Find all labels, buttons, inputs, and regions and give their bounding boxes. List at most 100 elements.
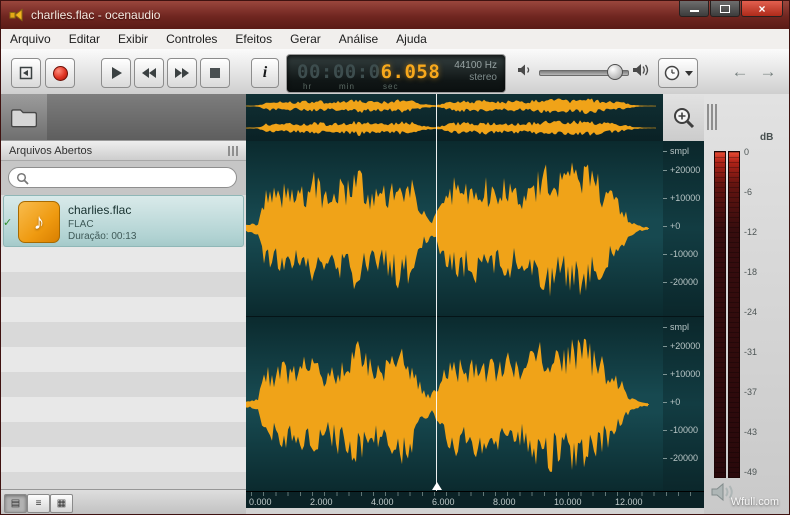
open-files-tab[interactable] <box>1 94 47 140</box>
watermark: Wfull.com <box>731 496 779 508</box>
minimize-icon <box>690 10 699 12</box>
chevron-down-icon <box>685 71 693 76</box>
scale-tick <box>663 151 667 152</box>
file-name: charlies.flac <box>68 203 131 217</box>
file-list-empty-rows <box>1 247 246 489</box>
menu-item-controles[interactable]: Controles <box>157 29 226 49</box>
search-box[interactable] <box>8 167 237 188</box>
scale-label: +10000 <box>670 369 700 379</box>
time-format-button[interactable] <box>658 58 698 88</box>
scale-tick <box>663 346 667 347</box>
playhead-cursor[interactable] <box>436 94 437 491</box>
info-button[interactable]: i <box>251 58 279 88</box>
scale-tick <box>663 254 667 255</box>
view-grid-button[interactable]: ▦ <box>50 494 73 513</box>
scale-tick <box>663 282 667 283</box>
folder-icon <box>9 105 39 129</box>
time-value: 6.058 <box>381 61 441 83</box>
time-display: 00:00:06.058 44100 Hz stereo hr min sec <box>286 54 506 93</box>
timeline-ruler[interactable]: 0.0002.0004.0006.0008.00010.00012.000 <box>246 491 704 508</box>
stop-icon <box>206 64 224 82</box>
waveform-channel-right[interactable] <box>246 316 663 491</box>
panel-header: Arquivos Abertos <box>1 140 246 161</box>
volume-high-icon[interactable] <box>632 61 650 79</box>
level-meter-right <box>728 151 740 478</box>
go-to-start-button[interactable] <box>11 58 41 88</box>
menu-item-gerar[interactable]: Gerar <box>281 29 330 49</box>
level-meter-left <box>714 151 726 478</box>
amplitude-scale-left: smpl+20000+10000+0-10000-20000 <box>663 141 704 316</box>
fast-forward-button[interactable] <box>167 58 197 88</box>
close-icon: × <box>758 3 765 15</box>
search-zone <box>1 161 246 195</box>
scale-tick <box>663 374 667 375</box>
view-list-button[interactable]: ≡ <box>27 494 50 513</box>
scale-tick <box>663 226 667 227</box>
menu-item-editar[interactable]: Editar <box>60 29 109 49</box>
play-button[interactable] <box>101 58 131 88</box>
amplitude-scale-right: smpl+20000+10000+0-10000-20000 <box>663 316 704 491</box>
toolbar: i 00:00:06.058 44100 Hz stereo hr min se… <box>1 49 790 95</box>
scale-tick <box>663 327 667 328</box>
minimize-button[interactable] <box>679 1 709 17</box>
nav-forward-button[interactable]: → <box>755 60 781 84</box>
scale-label: +0 <box>670 221 680 231</box>
zoom-in-icon[interactable] <box>672 106 696 130</box>
volume-low-icon[interactable] <box>517 62 533 78</box>
view-list-icon: ≡ <box>36 498 42 509</box>
time-dim-digits: 00:00:0 <box>297 61 381 83</box>
meter-db-tick: -24 <box>744 307 757 317</box>
search-input[interactable] <box>35 170 229 187</box>
db-label: dB <box>760 132 773 143</box>
timeline-label: 8.000 <box>493 497 516 507</box>
menu-item-anlise[interactable]: Análise <box>330 29 387 49</box>
playhead-marker[interactable] <box>432 482 442 490</box>
panel-grip-icon[interactable] <box>228 146 238 156</box>
scale-tick <box>663 402 667 403</box>
zoom-corner <box>663 94 704 141</box>
bottom-chrome <box>246 508 704 515</box>
level-meter-panel: dB 0-6-12-18-24-31-37-43-49 <box>704 94 790 515</box>
rewind-button[interactable] <box>134 58 164 88</box>
overview-waves <box>246 94 663 141</box>
arrow-right-icon: → <box>760 62 777 82</box>
menu-item-arquivo[interactable]: Arquivo <box>1 29 60 49</box>
meter-db-tick: -12 <box>744 227 757 237</box>
unit-hr-label: hr <box>303 82 312 91</box>
waveform-overview[interactable] <box>246 94 663 142</box>
view-detail-button[interactable]: ▤ <box>4 494 27 513</box>
view-detail-icon: ▤ <box>11 498 20 509</box>
scale-tick <box>663 458 667 459</box>
menu-bar: ArquivoEditarExibirControlesEfeitosGerar… <box>1 29 790 50</box>
meter-db-tick: -49 <box>744 467 757 477</box>
stop-button[interactable] <box>200 58 230 88</box>
timeline-label: 0.000 <box>249 497 272 507</box>
file-format: FLAC <box>68 219 94 230</box>
timeline-label: 10.000 <box>554 497 582 507</box>
scale-label: -20000 <box>670 453 698 463</box>
scale-label: -10000 <box>670 249 698 259</box>
meter-db-tick: -18 <box>744 267 757 277</box>
meter-db-tick: -6 <box>744 187 752 197</box>
title-bar[interactable]: charlies.flac - ocenaudio × <box>1 1 790 29</box>
volume-slider-knob[interactable] <box>607 64 623 80</box>
menu-item-ajuda[interactable]: Ajuda <box>387 29 436 49</box>
menu-item-exibir[interactable]: Exibir <box>109 29 157 49</box>
info-icon: i <box>263 64 267 82</box>
record-button[interactable] <box>45 58 75 88</box>
menu-item-efeitos[interactable]: Efeitos <box>226 29 281 49</box>
maximize-button[interactable] <box>710 1 740 17</box>
timeline-ticks <box>251 492 691 496</box>
meter-db-tick: -31 <box>744 347 757 357</box>
meter-grip-icon[interactable] <box>707 104 717 130</box>
view-grid-icon: ▦ <box>57 498 66 509</box>
close-button[interactable]: × <box>741 1 783 17</box>
waveform-channel-left[interactable] <box>246 141 663 316</box>
nav-back-button[interactable]: ← <box>727 60 753 84</box>
sidebar: Arquivos Abertos ✓ ♪ charlies.flac FLAC … <box>1 94 246 515</box>
check-icon: ✓ <box>3 216 12 229</box>
rewind-icon <box>140 64 158 82</box>
file-duration: Duração: 00:13 <box>68 231 136 242</box>
file-list-item[interactable]: ✓ ♪ charlies.flac FLAC Duração: 00:13 <box>3 195 244 247</box>
panel-title: Arquivos Abertos <box>9 145 92 157</box>
